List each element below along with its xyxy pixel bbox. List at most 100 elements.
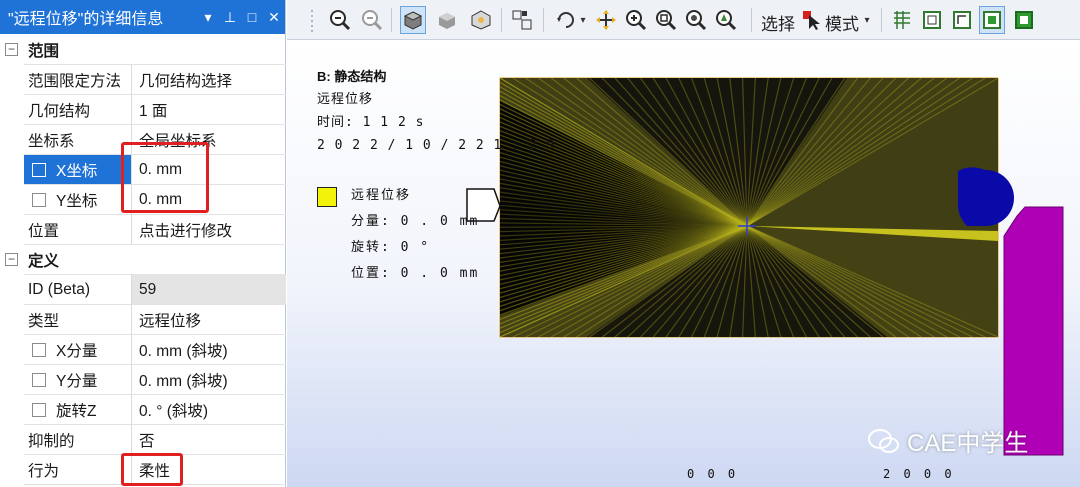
row-scoping-method[interactable]: 范围限定方法 几何结构选择: [0, 65, 286, 95]
row-x-component[interactable]: X分量 0. mm (斜坡): [0, 335, 286, 365]
row-value[interactable]: 柔性: [132, 455, 286, 485]
face-select-icon[interactable]: [919, 6, 945, 34]
mode-label[interactable]: 模式: [825, 10, 859, 35]
zoom-box-icon[interactable]: [359, 6, 385, 34]
row-label: 旋转Z: [56, 402, 97, 420]
zoom-fit-icon[interactable]: [327, 6, 353, 34]
row-label: 几何结构: [24, 95, 132, 125]
row-label: Y坐标: [56, 192, 98, 210]
row-y-component[interactable]: Y分量 0. mm (斜坡): [0, 365, 286, 395]
row-label: Y分量: [56, 372, 98, 390]
row-value[interactable]: 1 面: [132, 95, 286, 125]
row-label: X分量: [56, 342, 98, 360]
row-label: 坐标系: [24, 125, 132, 155]
row-location[interactable]: 位置 点击进行修改: [0, 215, 286, 245]
row-behavior[interactable]: 行为 柔性: [0, 455, 286, 485]
row-geometry[interactable]: 几何结构 1 面: [0, 95, 286, 125]
parameter-checkbox[interactable]: [32, 342, 46, 357]
row-value[interactable]: 几何结构选择: [132, 65, 286, 95]
vertex-select-icon[interactable]: [979, 6, 1005, 34]
section-scope[interactable]: − 范围: [0, 35, 286, 65]
result-legend: B: 静态结构 远程位移 时间: 1 1 2 s 2 0 2 2 / 1 0 /…: [317, 65, 555, 157]
toolbar-grip-icon[interactable]: [307, 6, 317, 34]
scale-label-right: 2 0 0 0: [883, 467, 955, 481]
legend-item-position: 位置: 0 . 0 mm: [351, 266, 480, 281]
panel-maximize-icon[interactable]: □: [241, 9, 263, 25]
row-suppressed[interactable]: 抑制的 否: [0, 425, 286, 455]
legend-item: 远程位移 分量: 0 . 0 mm 旋转: 0 ° 位置: 0 . 0 mm: [317, 183, 479, 287]
parameter-checkbox[interactable]: [32, 402, 46, 417]
mesh-body[interactable]: [499, 77, 999, 338]
legend-name: 远程位移: [317, 92, 374, 107]
parameter-checkbox[interactable]: [32, 162, 46, 177]
parameter-checkbox[interactable]: [32, 192, 46, 207]
legend-item-component: 分量: 0 . 0 mm: [351, 214, 480, 229]
parameter-checkbox[interactable]: [32, 372, 46, 387]
row-y-coordinate[interactable]: Y坐标 0. mm: [0, 185, 286, 215]
row-x-coordinate[interactable]: X坐标 0. mm: [0, 155, 286, 185]
row-value[interactable]: 远程位移: [132, 305, 286, 335]
wechat-icon: [868, 428, 899, 453]
section-scope-label: 范围: [24, 35, 286, 65]
select-label[interactable]: 选择: [761, 10, 795, 35]
mode-dropdown-chevron-icon[interactable]: ▾: [861, 6, 873, 34]
rotate-icon[interactable]: [553, 6, 579, 34]
row-label: ID (Beta): [24, 275, 132, 305]
wireframe-view-icon[interactable]: [468, 6, 494, 34]
iso-view-icon[interactable]: [400, 6, 426, 34]
row-value[interactable]: 0. mm (斜坡): [132, 365, 286, 395]
row-value[interactable]: 全局坐标系: [132, 125, 286, 155]
row-rotation-z[interactable]: 旋转Z 0. ° (斜坡): [0, 395, 286, 425]
row-value[interactable]: 0. mm: [132, 185, 286, 215]
row-value[interactable]: 0. mm: [132, 155, 286, 185]
panel-pin-icon[interactable]: ⊥: [219, 9, 241, 26]
row-label: X坐标: [56, 162, 98, 180]
row-type[interactable]: 类型 远程位移: [0, 305, 286, 335]
box-zoom-select-icon[interactable]: [509, 6, 535, 34]
legend-item-name: 远程位移: [351, 188, 412, 203]
row-label: 范围限定方法: [24, 65, 132, 95]
grid-icon[interactable]: [889, 6, 915, 34]
collapse-toggle-icon[interactable]: −: [5, 253, 18, 266]
row-label: 抑制的: [24, 425, 132, 455]
watermark: CAE中学生: [867, 423, 1028, 458]
body-select-icon[interactable]: [1011, 6, 1037, 34]
graphics-viewport[interactable]: B: 静态结构 远程位移 时间: 1 1 2 s 2 0 2 2 / 1 0 /…: [287, 41, 1080, 487]
remote-point-circle[interactable]: [957, 167, 1014, 226]
row-id[interactable]: ID (Beta) 59: [0, 275, 286, 305]
row-label: 行为: [24, 455, 132, 485]
graphics-toolbar: ▾ 选择 模式 ▾: [287, 0, 1080, 40]
watermark-text: CAE中学生: [907, 430, 1029, 457]
row-value[interactable]: 否: [132, 425, 286, 455]
fit-icon[interactable]: [713, 6, 739, 34]
rotate-dropdown-chevron-icon[interactable]: ▾: [577, 6, 589, 34]
row-label: 类型: [24, 305, 132, 335]
row-value: 59: [132, 275, 286, 305]
zoom-in-icon[interactable]: [623, 6, 649, 34]
row-label: 位置: [24, 215, 132, 245]
panel-close-icon[interactable]: ✕: [263, 9, 285, 26]
collapse-toggle-icon[interactable]: −: [5, 43, 18, 56]
edge-select-icon[interactable]: [949, 6, 975, 34]
rigid-body-part[interactable]: [1003, 206, 1064, 456]
pan-icon[interactable]: [593, 6, 619, 34]
zoom-out-icon[interactable]: [653, 6, 679, 34]
scale-label-left: 0 0 0: [687, 467, 739, 481]
row-value[interactable]: 0. mm (斜坡): [132, 335, 286, 365]
panel-menu-dropdown-icon[interactable]: ▾: [197, 9, 219, 26]
details-panel-title: "远程位移"的详细信息: [8, 11, 164, 28]
solid-view-icon[interactable]: [434, 6, 460, 34]
row-value[interactable]: 0. ° (斜坡): [132, 395, 286, 425]
legend-date: 2 0 2 2 / 1 0 / 2 2 1 : 2 9: [317, 138, 556, 153]
row-value[interactable]: 点击进行修改: [132, 215, 286, 245]
row-coordinate-system[interactable]: 坐标系 全局坐标系: [0, 125, 286, 155]
legend-time: 时间: 1 1 2 s: [317, 115, 425, 130]
details-panel-header: "远程位移"的详细信息 ▾ ⊥ □ ✕: [0, 0, 285, 34]
section-definition-label: 定义: [24, 245, 286, 275]
section-definition[interactable]: − 定义: [0, 245, 286, 275]
legend-title: B: 静态结构: [317, 69, 387, 84]
select-pointer-icon[interactable]: [799, 6, 825, 34]
details-panel: "远程位移"的详细信息 ▾ ⊥ □ ✕ − 范围 范围限定方法 几何结构选择 几…: [0, 0, 286, 487]
legend-item-rotation: 旋转: 0 °: [351, 240, 431, 255]
magnifier-icon[interactable]: [683, 6, 709, 34]
